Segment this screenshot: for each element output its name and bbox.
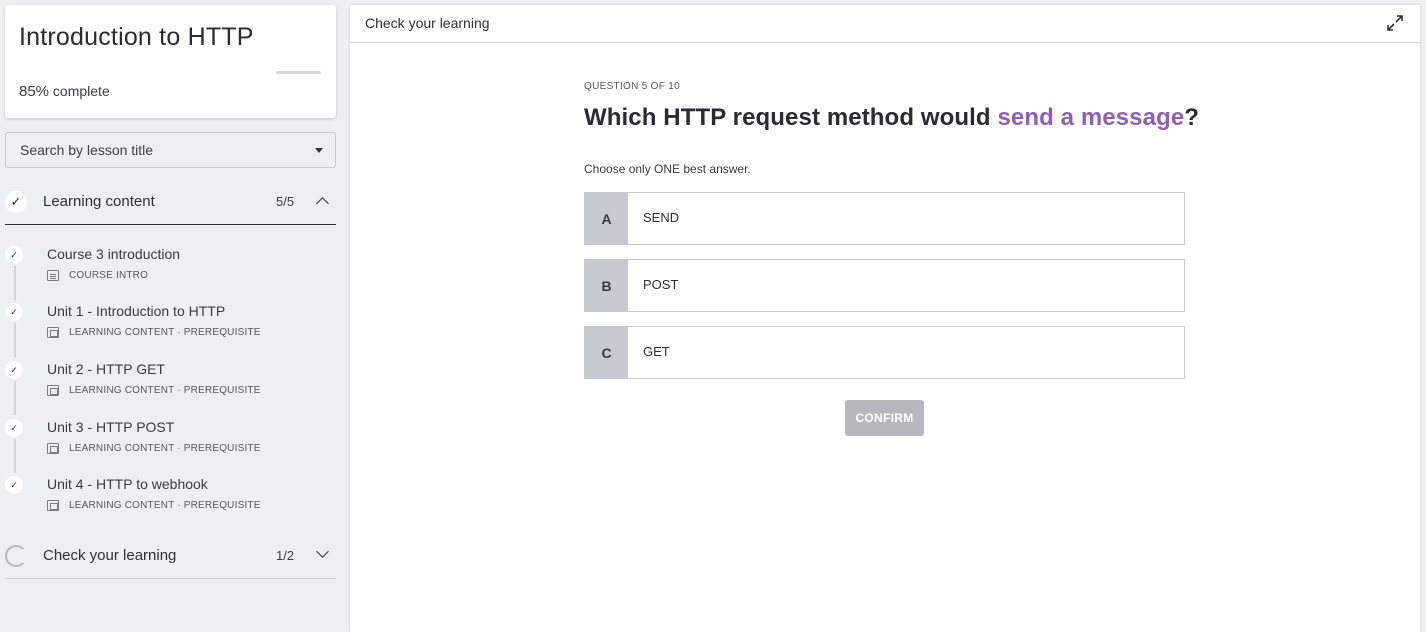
completed-check-icon: ✓	[5, 191, 27, 213]
question-instruction: Choose only ONE best answer.	[584, 162, 751, 176]
lesson-title[interactable]: Unit 1 - Introduction to HTTP	[47, 303, 225, 319]
course-card: Introduction to HTTP 85% complete	[5, 5, 336, 118]
chevron-down-icon[interactable]	[316, 545, 329, 558]
sidebar: Introduction to HTTP 85% complete Search…	[0, 0, 342, 632]
chevron-up-icon[interactable]	[316, 197, 329, 210]
lesson-title[interactable]: Unit 4 - HTTP to webhook	[47, 476, 208, 492]
option-letter: A	[585, 193, 628, 244]
lesson-title[interactable]: Course 3 introduction	[47, 246, 180, 262]
screen-icon	[47, 384, 59, 396]
check-icon: ✓	[5, 303, 23, 321]
screen-icon	[47, 326, 59, 338]
progress-bar	[276, 71, 321, 74]
timeline-line	[14, 381, 16, 415]
check-icon: ✓	[5, 246, 23, 264]
lesson-meta: LEARNING CONTENT · PREREQUISITE	[47, 383, 261, 397]
course-title: Introduction to HTTP	[19, 23, 254, 51]
check-icon: ✓	[5, 419, 23, 437]
question-suffix: ?	[1184, 104, 1200, 131]
question-counter: QUESTION 5 OF 10	[584, 81, 680, 92]
option-text: SEND	[643, 210, 680, 225]
progress-percent: 85%	[19, 83, 50, 100]
lesson-item[interactable]: ✓ Unit 4 - HTTP to webhook LEARNING CONT…	[5, 473, 336, 529]
lesson-type: LEARNING CONTENT · PREREQUISITE	[69, 442, 261, 454]
lesson-item[interactable]: ✓ Unit 2 - HTTP GET LEARNING CONTENT · P…	[5, 358, 336, 415]
main-header: Check your learning	[350, 5, 1420, 43]
answer-option-c[interactable]: C GET	[584, 326, 1185, 379]
lesson-title[interactable]: Unit 3 - HTTP POST	[47, 419, 174, 435]
lesson-type: COURSE INTRO	[69, 269, 149, 281]
main-panel: Check your learning QUESTION 5 OF 10 Whi…	[350, 5, 1420, 632]
confirm-button[interactable]: CONFIRM	[845, 400, 924, 436]
screen-icon	[47, 442, 59, 454]
lesson-item[interactable]: ✓ Course 3 introduction COURSE INTRO	[5, 243, 336, 300]
section-count: 5/5	[276, 194, 295, 209]
option-text: GET	[643, 344, 670, 359]
timeline-line	[14, 439, 16, 473]
option-letter: B	[585, 260, 628, 311]
option-text: POST	[643, 277, 679, 292]
lesson-type: LEARNING CONTENT · PREREQUISITE	[69, 499, 261, 511]
lesson-meta: LEARNING CONTENT · PREREQUISITE	[47, 498, 261, 512]
question-text: Which HTTP request method would send a m…	[584, 104, 1199, 132]
section-header-learning-content[interactable]: ✓ Learning content 5/5	[5, 179, 336, 225]
option-letter: C	[585, 327, 628, 378]
check-icon: ✓	[5, 361, 23, 379]
progress-label: complete	[52, 83, 110, 99]
lesson-type: LEARNING CONTENT · PREREQUISITE	[69, 384, 261, 396]
question-highlight: send a message	[997, 104, 1185, 131]
lesson-meta: LEARNING CONTENT · PREREQUISITE	[47, 441, 261, 455]
question-prefix: Which HTTP request method would	[584, 104, 998, 131]
answer-option-b[interactable]: B POST	[584, 259, 1185, 312]
page-title: Check your learning	[365, 15, 490, 31]
timeline-line	[14, 266, 16, 300]
lesson-meta: LEARNING CONTENT · PREREQUISITE	[47, 325, 261, 339]
lesson-title[interactable]: Unit 2 - HTTP GET	[47, 361, 165, 377]
timeline-line	[14, 323, 16, 357]
expand-icon[interactable]	[1386, 14, 1404, 32]
section-header-check-your-learning[interactable]: Check your learning 1/2	[5, 533, 336, 579]
answer-option-a[interactable]: A SEND	[584, 192, 1185, 245]
search-placeholder: Search by lesson title	[20, 142, 154, 158]
lesson-item[interactable]: ✓ Unit 3 - HTTP POST LEARNING CONTENT · …	[5, 416, 336, 473]
lesson-item[interactable]: ✓ Unit 1 - Introduction to HTTP LEARNING…	[5, 300, 336, 357]
progress-text: 85% complete	[19, 83, 110, 100]
screen-icon	[47, 499, 59, 511]
section-title: Learning content	[43, 193, 155, 210]
section-title: Check your learning	[43, 547, 177, 564]
lesson-search-dropdown[interactable]: Search by lesson title	[5, 132, 336, 168]
section-count: 1/2	[276, 548, 295, 563]
dropdown-caret-icon	[315, 148, 323, 153]
lesson-type: LEARNING CONTENT · PREREQUISITE	[69, 326, 261, 338]
partial-progress-icon	[5, 545, 27, 567]
check-icon: ✓	[5, 476, 23, 494]
progress-fill	[276, 71, 315, 74]
document-icon	[47, 269, 59, 281]
lesson-meta: COURSE INTRO	[47, 268, 148, 282]
